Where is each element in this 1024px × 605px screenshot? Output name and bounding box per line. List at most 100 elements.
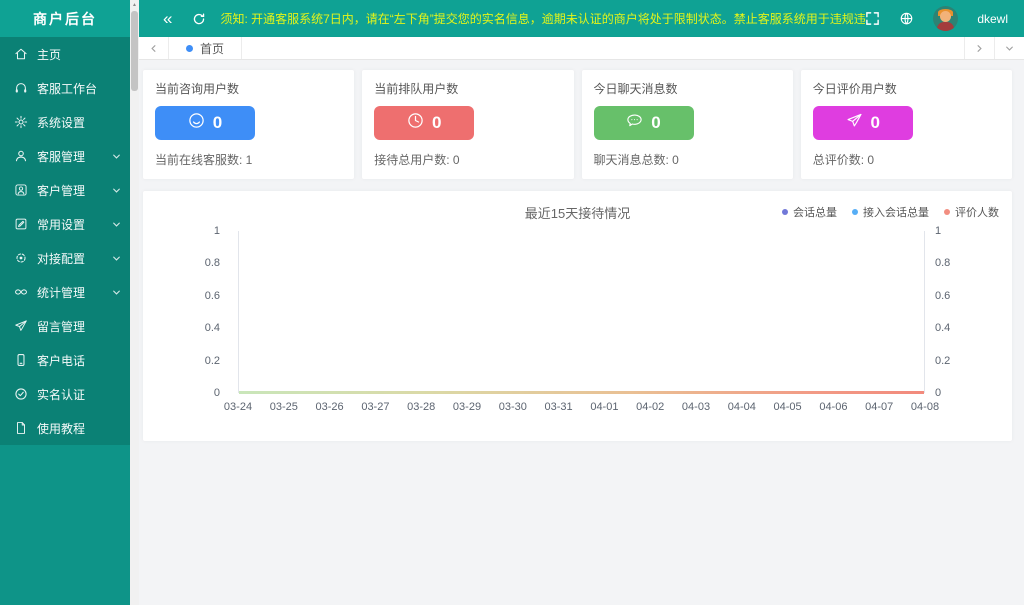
x-tick-label: 03-25 xyxy=(269,401,298,413)
sidebar-item[interactable]: 客户管理 xyxy=(0,173,130,207)
legend-item[interactable]: 接入会话总量 xyxy=(852,204,929,220)
stat-card-footer: 接待总用户数: 0 xyxy=(374,151,561,168)
vertical-scrollbar[interactable]: ▲ xyxy=(130,0,139,605)
sidebar: 商户后台 主页 客服工作台 系统设置 客服管理 客户管理 常用设置 对接配置 统… xyxy=(0,0,130,605)
y-tick-label: 1 xyxy=(935,225,942,237)
sidebar-item[interactable]: 使用教程 xyxy=(0,411,130,445)
sidebar-collapse-button[interactable]: « xyxy=(163,10,172,27)
x-tick-label: 03-31 xyxy=(544,401,573,413)
home-icon xyxy=(14,47,28,61)
legend-dot xyxy=(782,209,788,215)
headset-icon xyxy=(14,81,28,95)
legend-item[interactable]: 评价人数 xyxy=(944,204,999,220)
sidebar-item[interactable]: 留言管理 xyxy=(0,309,130,343)
chat-icon xyxy=(626,112,643,134)
stat-card-footer-label: 总评价数: xyxy=(812,153,868,167)
language-globe-icon[interactable] xyxy=(899,11,914,26)
tutorial-icon xyxy=(14,421,28,435)
x-tick-label: 04-06 xyxy=(819,401,848,413)
x-tick-label: 04-01 xyxy=(590,401,619,413)
stat-card-footer-label: 当前在线客服数: xyxy=(155,153,246,167)
stat-card-value: 0 xyxy=(870,113,880,132)
username[interactable]: dkewl xyxy=(977,12,1008,26)
sidebar-item-label: 客户电话 xyxy=(37,353,86,368)
notice-marquee: 须知: 开通客服系统7日内，请在“左下角”提交您的实名信息，逾期未认证的商户将处… xyxy=(220,12,866,26)
stat-card-footer: 总评价数: 0 xyxy=(813,151,1000,168)
sidebar-item-label: 使用教程 xyxy=(37,421,86,436)
stat-card-button[interactable]: 0 xyxy=(374,106,475,140)
y-tick-label: 0 xyxy=(213,387,220,399)
users-icon xyxy=(14,183,28,197)
y-tick-label: 0 xyxy=(935,387,942,399)
stat-card: 今日评价用户数 0 总评价数: 0 xyxy=(800,70,1012,179)
tabs-scroll-left-button[interactable] xyxy=(139,37,169,59)
y-tick-label: 0.4 xyxy=(935,322,951,335)
x-tick-label: 03-24 xyxy=(223,401,253,413)
sidebar-item-label: 统计管理 xyxy=(37,285,86,300)
stat-card-button[interactable]: 0 xyxy=(155,106,255,140)
tabs-scroll-right-button[interactable] xyxy=(964,37,994,59)
x-tick-label: 04-02 xyxy=(636,401,665,413)
legend-dot xyxy=(852,209,858,215)
chevron-down-icon xyxy=(112,288,121,297)
x-tick-label: 04-05 xyxy=(773,401,802,413)
sidebar-item[interactable]: 实名认证 xyxy=(0,377,130,411)
sidebar-item[interactable]: 常用设置 xyxy=(0,207,130,241)
y-tick-label: 0.8 xyxy=(204,257,220,270)
stat-card-title: 当前咨询用户数 xyxy=(155,82,240,96)
refresh-icon[interactable] xyxy=(192,12,206,26)
main-area: « 须知: 开通客服系统7日内，请在“左下角”提交您的实名信息，逾期未认证的商户… xyxy=(139,0,1024,605)
chevron-down-icon xyxy=(112,220,121,229)
stat-card-footer-label: 接待总用户数: xyxy=(374,153,453,167)
sidebar-item[interactable]: 系统设置 xyxy=(0,105,130,139)
stat-card-button[interactable]: 0 xyxy=(593,106,694,140)
sidebar-item[interactable]: 主页 xyxy=(0,37,130,71)
scrollbar-thumb[interactable] xyxy=(131,11,138,91)
legend-dot xyxy=(944,209,950,215)
sidebar-item[interactable]: 统计管理 xyxy=(0,275,130,309)
smiley-icon xyxy=(188,112,205,134)
sidebar-item[interactable]: 客服工作台 xyxy=(0,71,130,105)
avatar-body xyxy=(937,22,955,31)
x-tick-label: 03-27 xyxy=(361,401,390,413)
fullscreen-icon[interactable] xyxy=(865,11,880,26)
tabbar: 首页 xyxy=(139,37,1024,60)
x-tick-label: 04-08 xyxy=(910,401,940,413)
sidebar-item[interactable]: 客户电话 xyxy=(0,343,130,377)
y-tick-label: 0.2 xyxy=(935,354,951,367)
stat-card-footer-value: 0 xyxy=(867,153,875,167)
x-axis: 03-24 03-25 03-26 03-27 03-28 03-29 03-30 03-31… xyxy=(224,401,939,415)
app-title: 商户后台 xyxy=(0,0,130,37)
chart-plot-area xyxy=(238,231,925,394)
active-tab-dot xyxy=(186,44,193,52)
sidebar-item[interactable]: 对接配置 xyxy=(0,241,130,275)
x-tick-label: 04-03 xyxy=(681,401,711,413)
legend-item[interactable]: 会话总量 xyxy=(782,204,837,220)
settings-doc-icon xyxy=(14,217,28,231)
avatar-face xyxy=(940,11,952,22)
stat-card-footer-value: 1 xyxy=(245,153,253,167)
stat-card-button[interactable]: 0 xyxy=(812,106,913,140)
stat-card: 当前咨询用户数 0 当前在线客服数: 1 xyxy=(143,70,355,179)
stat-cards-row: 当前咨询用户数 0 当前在线客服数: 1 当前排队用户数 0 接待总用户数: 0… xyxy=(143,70,1012,179)
sidebar-item[interactable]: 客服管理 xyxy=(0,139,130,173)
stat-card-title: 今日评价用户数 xyxy=(812,82,897,96)
y-tick-label: 0.6 xyxy=(204,289,220,302)
chart-legend: 会话总量 接入会话总量 评价人数 xyxy=(782,204,999,220)
cog-icon xyxy=(14,251,28,265)
tabs-menu-button[interactable] xyxy=(994,37,1024,59)
user-avatar[interactable] xyxy=(933,6,959,31)
stat-card-footer-value: 0 xyxy=(452,153,460,167)
stat-card-value: 0 xyxy=(432,113,442,132)
scrollbar-up-arrow[interactable]: ▲ xyxy=(130,2,139,8)
user-icon xyxy=(14,149,28,163)
sidebar-item-label: 实名认证 xyxy=(37,387,86,402)
app-window: 商户后台 主页 客服工作台 系统设置 客服管理 客户管理 常用设置 对接配置 统… xyxy=(0,0,1024,605)
sidebar-item-label: 客户管理 xyxy=(37,183,86,198)
tab-label: 首页 xyxy=(200,41,225,56)
topbar: « 须知: 开通客服系统7日内，请在“左下角”提交您的实名信息，逾期未认证的商户… xyxy=(139,0,1024,37)
tab-home[interactable]: 首页 xyxy=(169,37,243,59)
y-axis-left: 0 0.2 0.4 0.6 0.8 1 xyxy=(143,225,229,399)
sidebar-item-label: 客服工作台 xyxy=(37,81,98,96)
sidebar-item-label: 常用设置 xyxy=(37,217,86,232)
